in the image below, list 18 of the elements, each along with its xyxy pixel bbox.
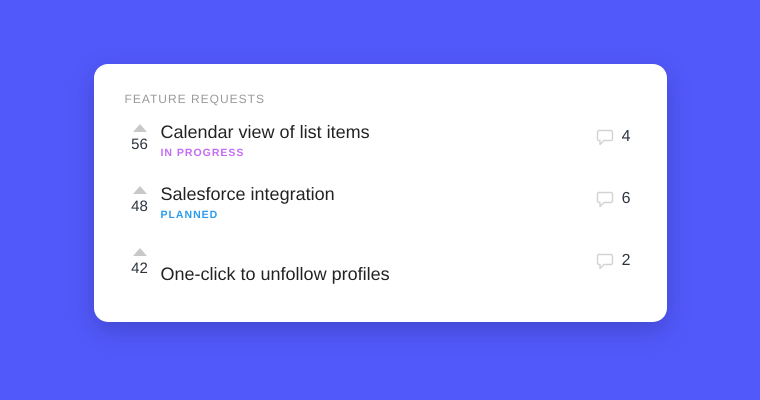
comment-count: 6 [622,190,630,208]
upvote-icon[interactable] [132,124,146,132]
status-label: IN PROGRESS [160,147,244,159]
request-title[interactable]: Salesforce integration [160,184,335,205]
comment-icon [596,128,614,146]
comment-icon [596,190,614,208]
upvote-icon[interactable] [132,186,146,194]
upvote-icon[interactable] [132,248,146,256]
panel-title: FEATURE REQUESTS [124,92,265,106]
vote-count: 48 [131,198,148,215]
vote-count: 42 [131,260,148,277]
status-label: PLANNED [160,209,218,221]
comment-icon [596,252,614,270]
request-title[interactable]: Calendar view of list items [160,122,370,143]
request-title[interactable]: One-click to unfollow profiles [160,264,390,285]
comment-count: 2 [622,252,630,270]
comment-count: 4 [622,128,630,146]
vote-count: 56 [131,136,148,153]
